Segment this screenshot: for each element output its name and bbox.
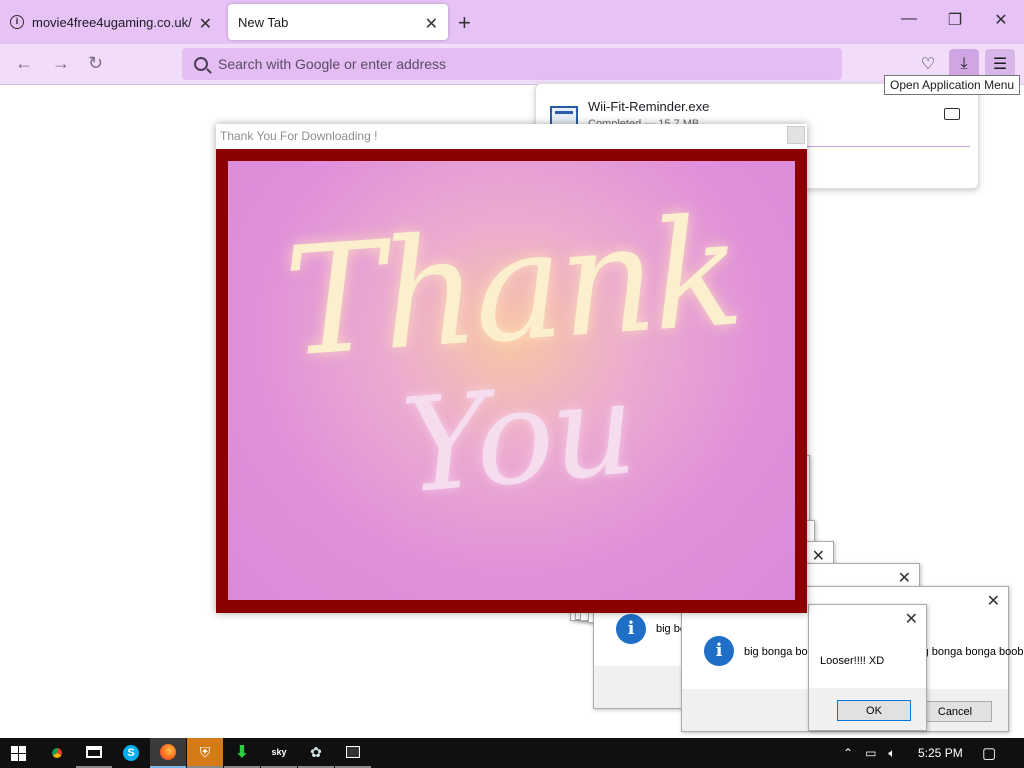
search-icon <box>194 57 208 71</box>
message-box-looser: ✕ Looser!!!! XD OK <box>808 604 927 731</box>
you-text: You <box>396 351 640 523</box>
message-text: Looser!!!! XD <box>820 655 885 667</box>
open-folder-icon[interactable] <box>944 108 960 120</box>
close-icon[interactable]: ✕ <box>987 591 1000 611</box>
address-bar[interactable] <box>182 48 842 80</box>
firefox-icon[interactable] <box>150 738 186 768</box>
tab-title: New Tab <box>238 14 289 30</box>
speaker-icon[interactable]: 🔈︎ <box>888 746 895 761</box>
tab-title: movie4free4ugaming.co.uk/ <box>32 14 192 30</box>
close-icon[interactable]: ✕ <box>905 609 918 629</box>
new-tab-plus-icon[interactable]: + <box>458 10 471 36</box>
window-icon[interactable] <box>76 738 112 768</box>
close-tab-icon[interactable]: ✕ <box>425 14 438 34</box>
close-window-button[interactable]: ✕ <box>978 10 1024 30</box>
download-app-icon[interactable]: ⬇ <box>224 738 260 768</box>
ok-button[interactable]: OK <box>837 700 911 721</box>
close-icon[interactable]: ✕ <box>898 568 911 588</box>
start-button[interactable] <box>0 738 36 768</box>
cancel-button[interactable]: Cancel <box>918 701 992 722</box>
image-frame: Thank You <box>216 149 807 613</box>
bird-icon[interactable]: ✿ <box>298 738 334 768</box>
thank-you-window: Thank You For Downloading ! Thank You <box>216 124 807 613</box>
back-arrow-icon[interactable]: ← <box>15 53 33 74</box>
thank-you-image: Thank You <box>228 161 795 600</box>
notification-icon[interactable]: ▢ <box>982 738 996 768</box>
info-icon: i <box>704 636 734 666</box>
shield-icon[interactable]: ⛨ <box>187 738 223 768</box>
windows-logo-icon <box>10 745 26 761</box>
chrome-icon[interactable] <box>39 738 75 768</box>
navigation-toolbar: ← → ↻ ♡ ⤓ ☰ <box>0 44 1024 85</box>
close-tab-icon[interactable]: ✕ <box>199 14 212 34</box>
sky-icon[interactable]: sky <box>261 738 297 768</box>
tab-new-tab[interactable]: New Tab ✕ <box>228 4 448 40</box>
forward-arrow-icon[interactable]: → <box>52 53 70 74</box>
clock[interactable]: 5:25 PM <box>918 738 963 768</box>
windows-taskbar: S ⛨ ⬇ sky ✿ ⌃ ▭ 🔈︎ 5:25 PM ▢ <box>0 738 1024 768</box>
terminal-icon[interactable] <box>335 738 371 768</box>
download-filename[interactable]: Wii-Fit-Reminder.exe <box>588 99 709 114</box>
minimize-button[interactable]: — <box>886 10 932 28</box>
maximize-button[interactable]: ❐ <box>932 10 978 30</box>
message-text: big bonga bonga boobies <box>914 646 1024 658</box>
network-icon[interactable]: ▭ <box>865 746 876 760</box>
window-title: Thank You For Downloading ! <box>216 124 807 148</box>
tooltip: Open Application Menu <box>884 75 1021 95</box>
info-icon: i <box>616 614 646 644</box>
skype-icon[interactable]: S <box>113 738 149 768</box>
tab-movie4free[interactable]: i movie4free4ugaming.co.uk/ ✕ <box>0 4 222 40</box>
tab-bar: i movie4free4ugaming.co.uk/ ✕ New Tab ✕ … <box>0 0 1024 44</box>
info-icon: i <box>10 15 24 29</box>
url-input[interactable] <box>218 56 818 72</box>
chevron-up-icon[interactable]: ⌃ <box>843 746 853 760</box>
reload-icon[interactable]: ↻ <box>88 53 103 74</box>
window-close-button[interactable] <box>787 126 805 144</box>
